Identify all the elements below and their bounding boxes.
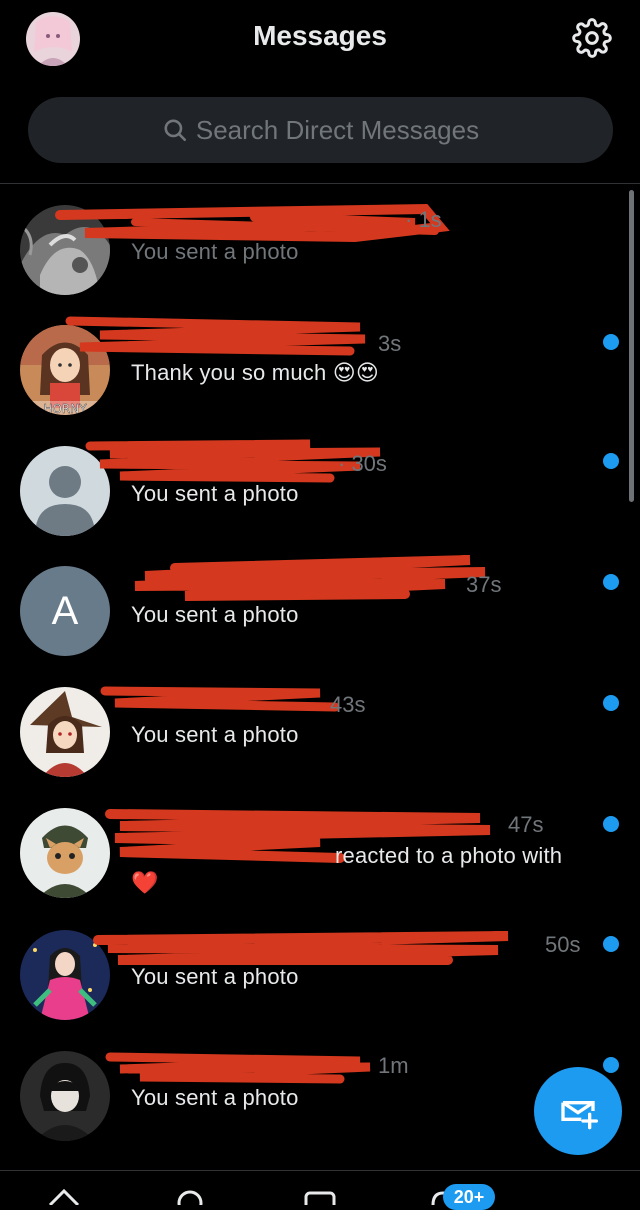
timestamp: 3s [378,331,402,356]
timestamp: 43s [330,692,366,717]
unread-dot [603,1057,619,1073]
avatar: A [20,566,110,656]
message-preview: You sent a photo [131,722,299,747]
unread-dot [603,334,619,350]
new-message-icon [561,1101,598,1130]
message-preview: You sent a photo [131,1085,299,1110]
reaction-emoji: ❤️ [131,870,159,895]
header: Messages [0,0,640,80]
divider [0,183,640,184]
redaction-mark [134,555,486,601]
search-placeholder: Search Direct Messages [195,114,480,145]
message-preview: You sent a photo [131,481,299,506]
home-icon[interactable] [46,1185,82,1205]
unread-dot [603,695,619,711]
search-input[interactable]: Search Direct Messages [28,97,613,163]
message-preview: Thank you so much 😍😍 [131,360,379,385]
conversation-item[interactable]: 47s reacted to a photo with ❤️ [0,800,640,920]
redaction-mark [100,686,340,712]
message-preview: You sent a photo [131,964,299,989]
conversation-item[interactable]: · 30s You sent a photo [0,436,640,556]
avatar-caption: HORNY [43,402,87,415]
timestamp: 37s [466,572,502,597]
redaction-mark [105,1052,371,1084]
avatar-letter: A [51,588,79,633]
timestamp: 50s [545,932,581,957]
unread-dot [603,936,619,952]
search-icon[interactable] [172,1185,208,1205]
message-preview: reacted to a photo with [335,843,563,868]
timestamp: 1m [378,1053,409,1078]
unread-dot [603,816,619,832]
timestamp: 47s [508,812,544,837]
search-icon [164,119,186,142]
message-preview: You sent a photo [131,239,299,264]
communities-icon[interactable] [302,1185,338,1205]
conversation-item[interactable]: 50s You sent a photo [0,920,640,1040]
notification-badge: 20+ [443,1184,495,1210]
avatar [20,1051,110,1141]
bottom-nav: 20+ [0,1170,640,1210]
message-preview: You sent a photo [131,602,299,627]
unread-dot [603,453,619,469]
timestamp: · 30s [338,451,387,476]
conversation-item[interactable]: A 37s You sent a photo [0,555,640,676]
conversation-item[interactable]: 43s You sent a photo [0,677,640,797]
redaction-mark [65,316,366,356]
conversation-item[interactable]: · 1s You sent a photo [0,195,640,315]
avatar [20,808,110,898]
conversation-item[interactable]: HORNY 3s Thank you so much 😍😍 [0,315,640,435]
avatar [20,687,110,777]
new-message-button[interactable] [534,1067,622,1155]
unread-dot [603,574,619,590]
gear-icon[interactable] [572,18,612,58]
page-title: Messages [253,20,387,51]
timestamp: · 1s [405,207,442,232]
